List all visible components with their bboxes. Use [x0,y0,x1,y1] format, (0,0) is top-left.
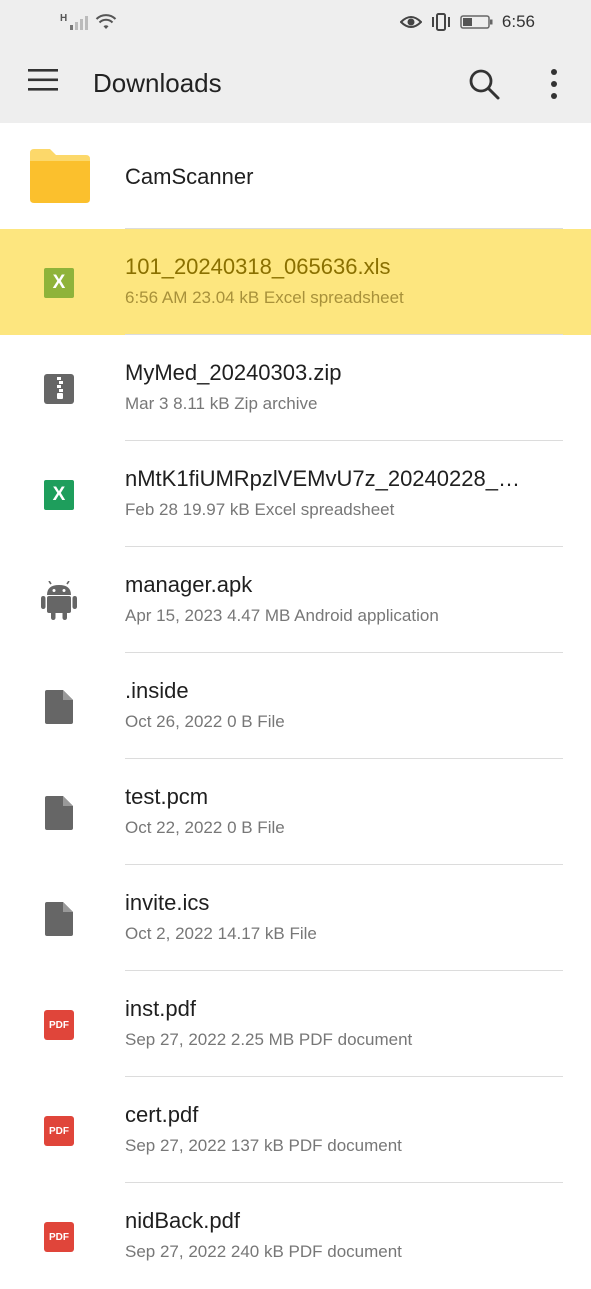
excel-icon: X [40,476,78,514]
excel-icon: X [40,264,78,302]
file-name: MyMed_20240303.zip [125,360,342,385]
file-meta: Sep 27, 2022 137 kB PDF document [125,1136,402,1155]
pdf-icon: PDF [40,1218,78,1256]
more-options-button[interactable] [538,66,570,106]
search-icon [469,69,500,100]
file-name: nMtK1fiUMRpzlVEMvU7z_20240228_… [125,466,520,491]
pdf-badge: PDF [44,1010,74,1040]
file-meta: Feb 28 19.97 kB Excel spreadsheet [125,500,395,519]
list-item[interactable]: PDF cert.pdf Sep 27, 2022 137 kB PDF doc… [0,1077,591,1183]
file-meta: Apr 15, 2023 4.47 MB Android application [125,606,439,625]
eye-icon [399,16,422,28]
file-name: cert.pdf [125,1102,199,1127]
page-title: Downloads [93,68,222,98]
vibrate-icon [431,13,450,31]
more-vert-icon [551,69,557,99]
app-bar: Downloads [0,46,591,123]
list-item-folder[interactable]: CamScanner [0,123,591,229]
file-name: CamScanner [125,164,254,189]
file-meta: Oct 2, 2022 14.17 kB File [125,924,317,943]
signal-icon [70,16,89,30]
hamburger-menu-icon [28,69,58,91]
file-meta: Sep 27, 2022 2.25 MB PDF document [125,1030,413,1049]
file-name: .inside [125,678,189,703]
file-icon [40,688,78,726]
list-item[interactable]: manager.apk Apr 15, 2023 4.47 MB Android… [0,547,591,653]
file-name: 101_20240318_065636.xls [125,254,391,279]
pdf-badge: PDF [44,1116,74,1146]
file-icon [40,794,78,832]
status-right: 6:56 [399,10,535,34]
list-item[interactable]: X nMtK1fiUMRpzlVEMvU7z_20240228_… Feb 28… [0,441,591,547]
excel-badge: X [44,268,74,298]
file-meta: Oct 22, 2022 0 B File [125,818,285,837]
search-button[interactable] [466,66,506,106]
status-left: H [60,10,117,34]
file-name: inst.pdf [125,996,196,1021]
list-item[interactable]: .inside Oct 26, 2022 0 B File [0,653,591,759]
list-item-selected[interactable]: X 101_20240318_065636.xls 6:56 AM 23.04 … [0,229,591,335]
list-item[interactable]: test.pcm Oct 22, 2022 0 B File [0,759,591,865]
excel-badge: X [44,480,74,510]
menu-button[interactable] [26,66,66,102]
file-meta: Sep 27, 2022 240 kB PDF document [125,1242,402,1261]
file-icon [40,900,78,938]
file-meta: Oct 26, 2022 0 B File [125,712,285,731]
file-list: CamScanner X 101_20240318_065636.xls 6:5… [0,123,591,1289]
folder-icon [30,149,90,203]
file-meta: 6:56 AM 23.04 kB Excel spreadsheet [125,288,404,307]
clock-label: 6:56 [501,12,535,31]
file-name: nidBack.pdf [125,1208,240,1233]
wifi-icon [96,14,117,29]
zip-icon [40,370,78,408]
android-icon [40,581,78,620]
list-item[interactable]: MyMed_20240303.zip Mar 3 8.11 kB Zip arc… [0,335,591,441]
status-bar: H 6:56 [0,0,591,46]
file-meta: Mar 3 8.11 kB Zip archive [125,394,318,413]
file-name: invite.ics [125,890,210,915]
file-name: manager.apk [125,572,253,597]
pdf-icon: PDF [40,1112,78,1150]
battery-icon [460,15,493,29]
list-item[interactable]: PDF inst.pdf Sep 27, 2022 2.25 MB PDF do… [0,971,591,1077]
network-type-label: H [60,12,68,24]
pdf-badge: PDF [44,1222,74,1252]
list-item[interactable]: PDF nidBack.pdf Sep 27, 2022 240 kB PDF … [0,1183,591,1289]
pdf-icon: PDF [40,1006,78,1044]
list-item[interactable]: invite.ics Oct 2, 2022 14.17 kB File [0,865,591,971]
file-name: test.pcm [125,784,209,809]
